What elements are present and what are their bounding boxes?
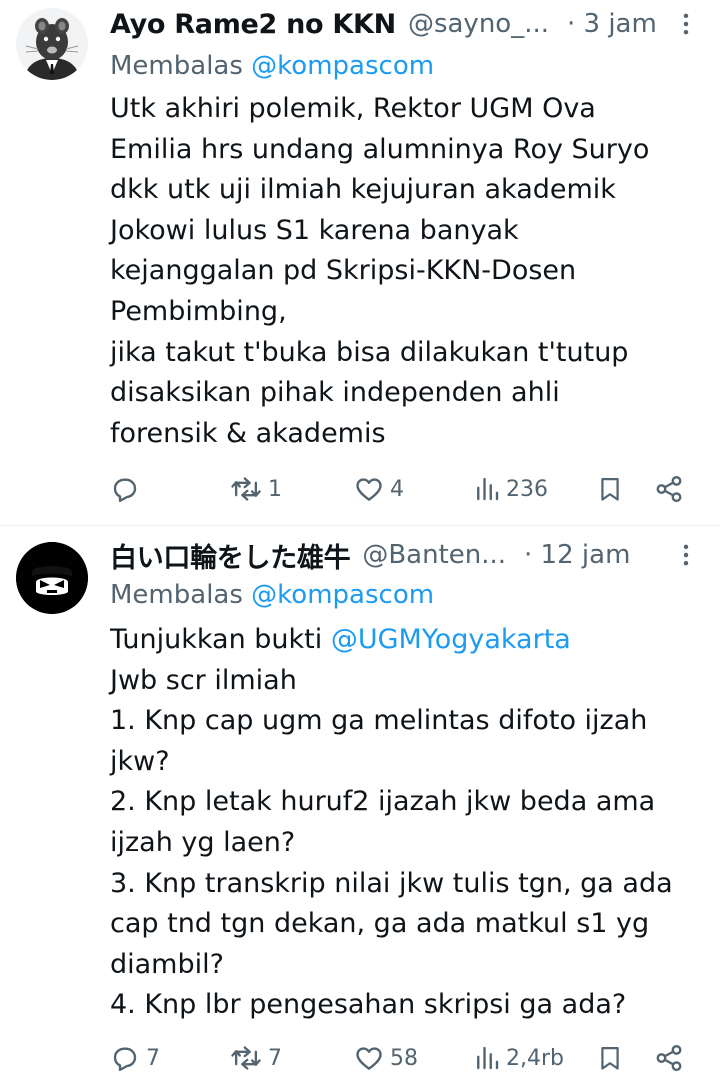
views-icon	[474, 1043, 500, 1073]
more-icon[interactable]	[672, 10, 700, 38]
reply-prefix: Membalas	[110, 51, 243, 81]
user-handle[interactable]: @sayno_...	[408, 9, 549, 39]
user-handle[interactable]: @Banten...	[362, 540, 506, 570]
tweet-text-line: kejanggalan pd Skripsi-KKN-Dosen	[110, 255, 577, 287]
tweet-text-segment: Tunjukkan bukti	[110, 624, 331, 655]
like-icon	[354, 1043, 384, 1073]
action-bar: 7 7 58 2,4rb	[110, 1036, 700, 1080]
views-count: 2,4rb	[506, 1045, 564, 1071]
views-button[interactable]: 2,4rb	[474, 1036, 564, 1080]
tweet-2[interactable]: 白い口輪をした雄牛 @Banten... · 12 jam Membalas @…	[0, 526, 720, 1089]
tweet-text-line: cap tnd tgn dekan, ga ada matkul s1 yg	[110, 908, 650, 940]
tweet-text-line: Utk akhiri polemik, Rektor UGM Ova	[110, 93, 596, 124]
tweet-text-line: 4. Knp lbr pengesahan skripsi ga ada?	[110, 989, 627, 1021]
views-button[interactable]: 236	[474, 467, 548, 511]
share-icon	[654, 474, 684, 504]
tweet-text-line: 3. Knp transkrip nilai jkw tulis tgn, ga…	[110, 867, 673, 899]
tweet-text-line: Pembimbing,	[110, 295, 287, 327]
repost-count: 7	[268, 1045, 282, 1071]
display-name[interactable]: 白い口輪をした雄牛	[110, 536, 351, 575]
share-icon	[654, 1043, 684, 1073]
reply-mention-link[interactable]: @kompascom	[251, 51, 434, 81]
avatar-ninja[interactable]	[16, 542, 88, 614]
tweet-header: 白い口輪をした雄牛 @Banten... · 12 jam	[110, 535, 702, 575]
display-name[interactable]: Ayo Rame2 no KKN	[110, 9, 396, 40]
timestamp[interactable]: · 12 jam	[524, 540, 630, 570]
reply-icon	[110, 474, 140, 504]
tweet-1[interactable]: Ayo Rame2 no KKN @sayno_... · 3 jam Memb…	[0, 0, 720, 525]
like-count: 58	[390, 1045, 418, 1071]
bookmark-icon	[596, 474, 624, 504]
reply-button[interactable]	[110, 467, 146, 511]
replying-to: Membalas @kompascom	[110, 48, 434, 84]
repost-icon	[230, 1043, 262, 1073]
reply-icon	[110, 1043, 140, 1073]
avatar-rat[interactable]	[16, 8, 88, 80]
views-icon	[474, 474, 500, 504]
tweet-text-line: 2. Knp letak huruf2 ijazah jkw beda ama	[110, 786, 656, 818]
tweet-text-line: ijzah yg laen?	[110, 826, 296, 858]
tweet-text: Tunjukkan bukti @UGMYogyakarta Jwb scr i…	[110, 620, 690, 1026]
tweet-text-line: Emilia hrs undang alumninya Roy Suryo	[110, 133, 650, 165]
tweet-text-line: jkw?	[110, 745, 170, 777]
tweet-text-line: Jwb scr ilmiah	[110, 664, 297, 696]
more-icon[interactable]	[672, 541, 700, 569]
share-button[interactable]	[654, 467, 684, 511]
action-bar: 1 4 236	[110, 467, 700, 511]
share-button[interactable]	[654, 1036, 684, 1080]
reply-mention-link[interactable]: @kompascom	[251, 580, 434, 610]
tweet-text-line: Tunjukkan bukti @UGMYogyakarta	[110, 620, 690, 661]
repost-button[interactable]: 1	[230, 467, 282, 511]
tweet-text-line: 1. Knp cap ugm ga melintas difoto ijzah	[110, 705, 648, 737]
like-button[interactable]: 58	[354, 1036, 418, 1080]
views-count: 236	[506, 476, 548, 502]
reply-prefix: Membalas	[110, 580, 243, 610]
reply-button[interactable]: 7	[110, 1036, 160, 1080]
bookmark-button[interactable]	[596, 467, 624, 511]
tweet-text-line: Jokowi lulus S1 karena banyak	[110, 214, 519, 246]
repost-icon	[230, 474, 262, 504]
tweet-text-line: forensik & akademis	[110, 417, 386, 449]
bookmark-icon	[596, 1043, 624, 1073]
mention-link[interactable]: @UGMYogyakarta	[331, 624, 571, 655]
tweet-text: Utk akhiri polemik, Rektor UGM Ova Emili…	[110, 89, 690, 454]
tweet-text-line: disaksikan pihak independen ahli	[110, 377, 560, 409]
repost-button[interactable]: 7	[230, 1036, 282, 1080]
like-count: 4	[390, 476, 404, 502]
bookmark-button[interactable]	[596, 1036, 624, 1080]
replying-to: Membalas @kompascom	[110, 577, 434, 613]
like-icon	[354, 474, 384, 504]
repost-count: 1	[268, 476, 282, 502]
like-button[interactable]: 4	[354, 467, 404, 511]
tweet-text-line: dkk utk uji ilmiah kejujuran akademik	[110, 174, 616, 206]
tweet-text-line: diambil?	[110, 948, 224, 980]
tweet-text-line: jika takut t'buka bisa dilakukan t'tutup	[110, 336, 629, 368]
tweet-header: Ayo Rame2 no KKN @sayno_... · 3 jam	[110, 4, 702, 44]
timestamp[interactable]: · 3 jam	[567, 9, 657, 39]
reply-count: 7	[146, 1045, 160, 1071]
